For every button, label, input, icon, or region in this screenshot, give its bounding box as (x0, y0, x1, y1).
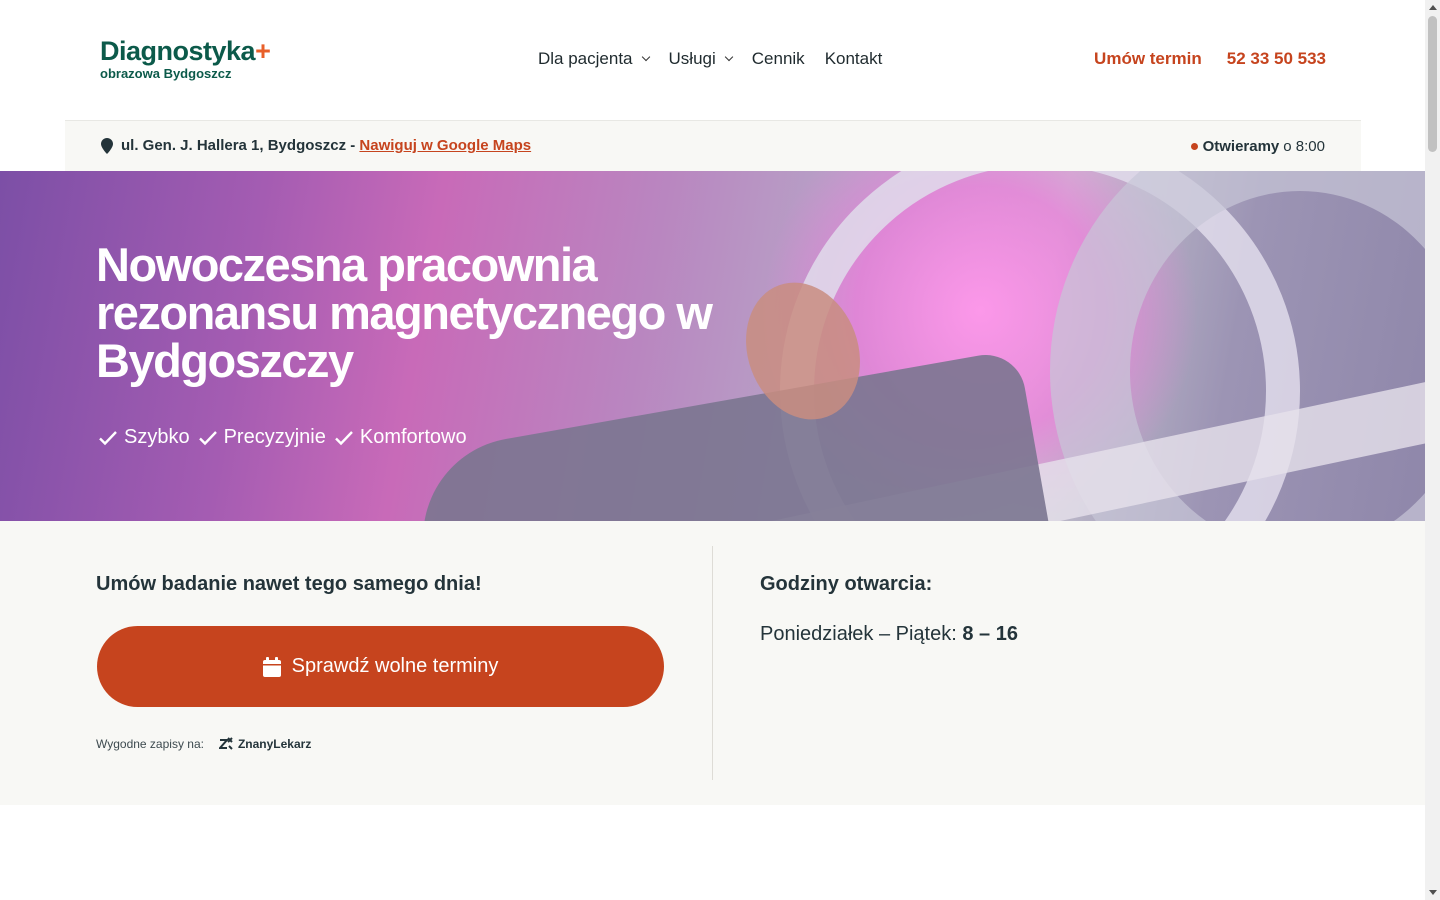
check-icon (198, 430, 217, 445)
zapisy-label: Wygodne zapisy na: (96, 737, 204, 751)
scroll-up-arrow-icon[interactable] (1429, 5, 1437, 10)
nav-label: Kontakt (824, 49, 883, 68)
feature-item: Szybko (98, 426, 190, 449)
hours-time: 8 – 16 (962, 623, 1018, 645)
book-appointment-link[interactable]: Umów termin (1094, 49, 1202, 69)
site-header: Diagnostyka+ obrazowa Bydgoszcz Dla pacj… (0, 0, 1425, 120)
main-nav: Dla pacjenta Usługi Cennik Kontakt (538, 49, 902, 69)
column-divider (712, 546, 713, 780)
nav-item-cennik[interactable]: Cennik (752, 49, 805, 69)
feature-label: Precyzyjnie (223, 426, 326, 448)
booking-column: Umów badanie nawet tego samego dnia! Spr… (96, 573, 664, 751)
hours-title: Godziny otwarcia: (760, 573, 933, 595)
open-status-label: Otwieramy (1202, 138, 1280, 155)
feature-item: Komfortowo (334, 426, 467, 449)
hero-title: Nowoczesna pracownia rezonansu magnetycz… (96, 238, 713, 387)
check-availability-button[interactable]: Sprawdź wolne terminy (97, 626, 664, 707)
google-maps-link[interactable]: Nawiguj w Google Maps (359, 137, 531, 154)
hero-features: Szybko Precyzyjnie Komfortowo (98, 426, 467, 449)
feature-item: Precyzyjnie (198, 426, 326, 449)
hours-days: Poniedziałek – Piątek: (760, 623, 957, 645)
znanylekarz-logo[interactable]: ZnanyLekarz (218, 737, 312, 751)
logo-main-text: Diagnostyka (100, 36, 256, 66)
status-dot-icon (1190, 143, 1198, 150)
znanylekarz-icon (218, 737, 233, 750)
logo-plus: + (255, 36, 271, 66)
scroll-down-arrow-icon[interactable] (1429, 890, 1437, 895)
hours-column: Godziny otwarcia: Poniedziałek – Piątek:… (760, 573, 1018, 646)
opening-hours: Poniedziałek – Piątek: 8 – 16 (760, 623, 1018, 646)
chevron-down-icon (724, 52, 734, 62)
opening-status: Otwieramy o 8:00 (1190, 138, 1325, 155)
scrollbar-thumb[interactable] (1428, 16, 1437, 152)
feature-label: Komfortowo (359, 426, 467, 448)
cta-label: Sprawdź wolne terminy (291, 655, 499, 677)
nav-label: Usługi (668, 49, 716, 68)
chevron-down-icon (641, 52, 650, 62)
calendar-icon (262, 656, 281, 677)
hero-banner: Nowoczesna pracownia rezonansu magnetycz… (0, 171, 1425, 521)
nav-item-uslugi[interactable]: Usługi (668, 49, 734, 69)
partner-name: ZnanyLekarz (237, 737, 312, 751)
booking-section: Umów badanie nawet tego samego dnia! Spr… (0, 521, 1425, 805)
header-actions: Umów termin 52 33 50 533 (1094, 49, 1326, 69)
address-text: ul. Gen. J. Hallera 1, Bydgoszcz - (121, 137, 356, 154)
open-time: o 8:00 (1283, 138, 1325, 155)
nav-label: Cennik (751, 49, 805, 68)
check-icon (335, 430, 353, 445)
phone-link[interactable]: 52 33 50 533 (1227, 49, 1326, 69)
nav-item-dla-pacjenta[interactable]: Dla pacjenta (538, 49, 650, 69)
logo-subtitle: obrazowa Bydgoszcz (100, 66, 232, 81)
logo[interactable]: Diagnostyka+ obrazowa Bydgoszcz (100, 36, 271, 81)
booking-title: Umów badanie nawet tego samego dnia! (96, 573, 482, 595)
booking-partner: Wygodne zapisy na: ZnanyLekarz (96, 737, 311, 751)
location-pin-icon (101, 137, 113, 154)
info-bar: ul. Gen. J. Hallera 1, Bydgoszcz - Nawig… (65, 120, 1361, 171)
page-scrollbar[interactable] (1425, 0, 1440, 900)
check-icon (99, 430, 117, 445)
nav-item-kontakt[interactable]: Kontakt (825, 49, 883, 69)
address: ul. Gen. J. Hallera 1, Bydgoszcz - Nawig… (101, 137, 531, 154)
feature-label: Szybko (124, 426, 190, 448)
nav-label: Dla pacjenta (538, 49, 633, 68)
